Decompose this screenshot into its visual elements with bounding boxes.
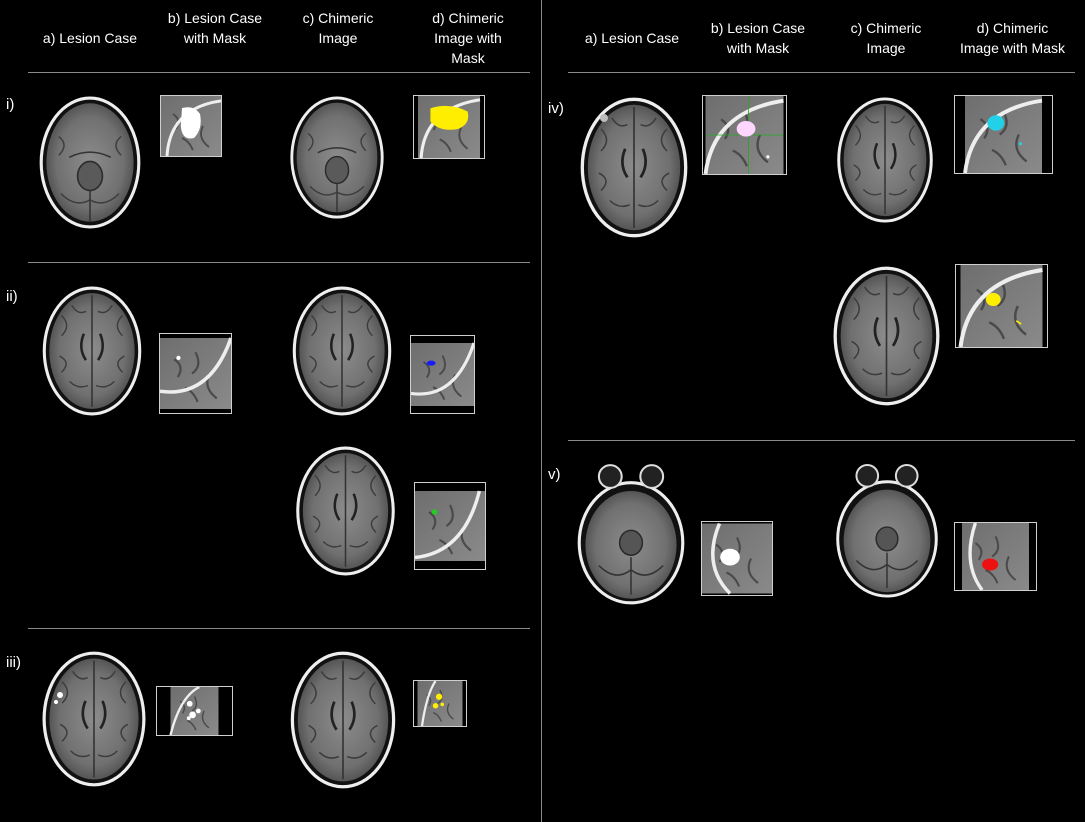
row-divider-left-2	[28, 628, 530, 629]
mri-zoom-lesion-mask	[702, 95, 787, 175]
row-divider-left-1	[28, 262, 530, 263]
mri-chimeric-image	[830, 96, 940, 224]
mri-lesion-case	[578, 96, 690, 239]
header-chimeric-image-mask: d) Chimeric Image with Mask	[950, 18, 1075, 58]
header-lesion-case-mask: b) Lesion Case with Mask	[160, 8, 270, 48]
mri-lesion-case	[38, 650, 150, 788]
row-divider-left-top	[28, 72, 530, 73]
header-text: with Mask	[726, 40, 790, 56]
mri-chimeric-image	[286, 285, 398, 417]
mri-zoom-chimeric-mask	[413, 95, 485, 159]
header-text: a) Lesion Case	[42, 30, 138, 46]
mri-zoom-chimeric-mask	[410, 335, 475, 414]
header-text: with Mask	[183, 30, 247, 46]
header-chimeric-image: c) Chimeric Image	[836, 18, 936, 58]
header-lesion-case-mask: b) Lesion Case with Mask	[703, 18, 813, 58]
header-text: b) Lesion Case	[710, 20, 806, 36]
mri-lesion-case	[36, 285, 148, 417]
header-text: Image	[318, 30, 358, 46]
header-text: d) Chimeric	[976, 20, 1049, 36]
mri-chimeric-image	[286, 650, 400, 790]
mri-zoom-lesion-mask	[156, 686, 233, 736]
header-lesion-case: a) Lesion Case	[35, 28, 145, 48]
mri-zoom-lesion-mask	[701, 521, 773, 596]
mri-zoom-lesion-mask	[159, 333, 232, 414]
header-lesion-case: a) Lesion Case	[577, 28, 687, 48]
row-label-v: v)	[548, 466, 561, 483]
mri-zoom-chimeric-mask	[954, 95, 1053, 174]
header-text: Mask	[451, 50, 485, 66]
row-label-i: i)	[6, 96, 15, 113]
header-text: Image with	[434, 30, 502, 46]
mri-zoom-lesion-mask	[160, 95, 222, 157]
mri-zoom-chimeric-mask	[413, 680, 467, 727]
row-label-iv: iv)	[548, 100, 564, 117]
mri-chimeric-image	[828, 462, 946, 600]
header-text: b) Lesion Case	[167, 10, 263, 26]
row-label-ii: ii)	[6, 288, 18, 305]
row-label-iii: iii)	[6, 654, 21, 671]
mri-lesion-case	[570, 462, 692, 607]
header-text: Image with Mask	[959, 40, 1066, 56]
row-divider-right-1	[568, 440, 1075, 441]
row-divider-right-top	[568, 72, 1075, 73]
header-text: d) Chimeric	[432, 10, 504, 26]
mri-chimeric-image	[288, 445, 403, 577]
mri-chimeric-image	[288, 95, 386, 220]
header-text: a) Lesion Case	[584, 30, 680, 46]
mri-zoom-chimeric-mask	[414, 482, 486, 570]
header-chimeric-image: c) Chimeric Image	[288, 8, 388, 48]
panel-divider	[541, 0, 542, 822]
mri-lesion-case	[38, 95, 142, 230]
mri-zoom-chimeric-mask	[955, 264, 1048, 348]
mri-chimeric-image	[830, 265, 943, 407]
header-text: Image	[866, 40, 906, 56]
header-text: c) Chimeric	[302, 10, 374, 26]
header-text: c) Chimeric	[850, 20, 922, 36]
mri-zoom-chimeric-mask	[954, 522, 1037, 591]
header-chimeric-image-mask: d) Chimeric Image with Mask	[418, 8, 518, 68]
